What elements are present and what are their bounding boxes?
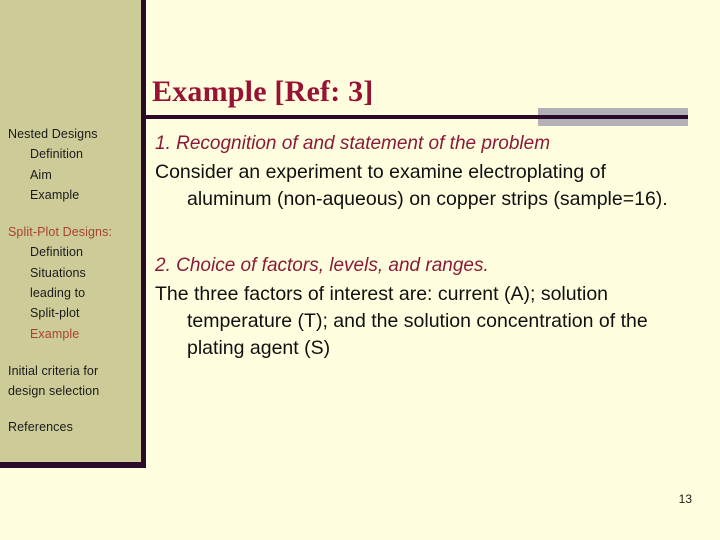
sidebar-heading-split-plot-designs[interactable]: Split-Plot Designs:	[8, 222, 137, 242]
sidebar-item-splitplot-split-plot[interactable]: Split-plot	[8, 303, 137, 323]
sidebar-heading-nested-designs[interactable]: Nested Designs	[8, 124, 137, 144]
sidebar-item-splitplot-situations[interactable]: Situations	[8, 263, 137, 283]
content-lead-2: 2. Choice of factors, levels, and ranges…	[155, 255, 489, 276]
slide: Nested Designs Definition Aim Example Sp…	[0, 0, 720, 540]
sidebar-item-initial-criteria-line1[interactable]: Initial criteria for	[8, 361, 137, 381]
content-body-2: The three factors of interest are: curre…	[155, 283, 648, 359]
sidebar-item-references[interactable]: References	[8, 417, 137, 437]
slide-content: 1. Recognition of and statement of the p…	[155, 131, 671, 362]
sidebar-item-splitplot-example[interactable]: Example	[8, 324, 137, 344]
sidebar-item-initial-criteria-line2[interactable]: design selection	[8, 381, 137, 401]
sidebar-outline-nav: Nested Designs Definition Aim Example Sp…	[0, 0, 141, 437]
title-divider-rule	[146, 115, 688, 119]
sidebar-item-nested-example[interactable]: Example	[8, 185, 137, 205]
sidebar-item-splitplot-definition[interactable]: Definition	[8, 242, 137, 262]
page-title: Example [Ref: 3]	[152, 75, 374, 109]
content-lead-1: 1. Recognition of and statement of the p…	[155, 133, 551, 154]
content-block-spacer	[155, 213, 671, 253]
sidebar-bottom-border	[0, 462, 146, 468]
content-body-1: Consider an experiment to examine electr…	[155, 161, 668, 210]
content-block-2: 2. Choice of factors, levels, and ranges…	[155, 253, 671, 362]
sidebar-item-splitplot-leading-to[interactable]: leading to	[8, 283, 137, 303]
sidebar-item-nested-definition[interactable]: Definition	[8, 144, 137, 164]
sidebar-item-nested-aim[interactable]: Aim	[8, 165, 137, 185]
page-number: 13	[678, 492, 692, 506]
content-block-1: 1. Recognition of and statement of the p…	[155, 131, 671, 213]
sidebar-right-border	[141, 0, 146, 468]
